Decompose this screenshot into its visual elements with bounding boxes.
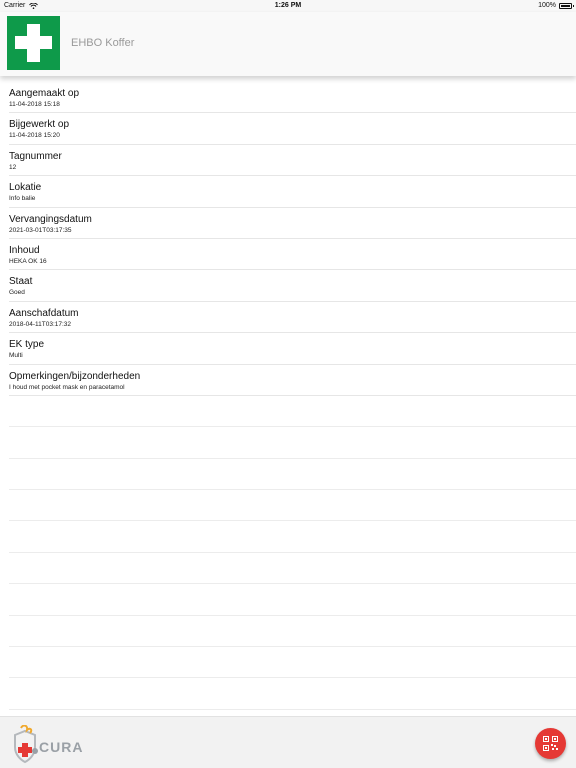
battery-icon — [559, 3, 574, 9]
detail-label: Lokatie — [9, 182, 42, 194]
empty-row — [9, 427, 576, 459]
detail-label: Staat — [9, 276, 33, 288]
detail-label: Aangemaakt op — [9, 88, 80, 99]
empty-row — [9, 459, 576, 491]
app-header: EHBO Koffer — [0, 12, 576, 76]
page-title: EHBO Koffer — [71, 37, 135, 49]
first-aid-cross-icon — [7, 16, 60, 70]
empty-row — [9, 396, 576, 428]
detail-row-tagnummer[interactable]: Tagnummer 12 — [9, 145, 576, 177]
empty-row — [9, 490, 576, 522]
detail-row-staat[interactable]: Staat Goed — [9, 270, 576, 302]
detail-label: Inhoud — [9, 244, 40, 256]
detail-row-lokatie[interactable]: Lokatie Info balie — [9, 176, 576, 208]
detail-label: Tagnummer — [9, 150, 62, 162]
detail-label: Opmerkingen/bijzonderheden — [9, 370, 141, 382]
empty-row — [9, 647, 576, 679]
detail-label: Bijgewerkt op — [9, 119, 70, 131]
detail-row-bijgewerkt-op[interactable]: Bijgewerkt op 11-04-2018 15:20 — [9, 113, 576, 145]
detail-value: HEKA OK 16 — [9, 257, 47, 265]
detail-value: Goed — [9, 289, 25, 297]
detail-row-ek-type[interactable]: EK type Multi — [9, 333, 576, 365]
scan-qr-button[interactable] — [535, 728, 566, 759]
detail-value: 11-04-2018 15:18 — [9, 101, 60, 108]
empty-row — [9, 616, 576, 648]
detail-value: 2021-03-01T03:17:35 — [9, 226, 72, 234]
empty-row — [9, 678, 576, 710]
empty-row — [9, 584, 576, 616]
detail-label: Vervangingsdatum — [9, 213, 92, 225]
detail-label: EK type — [9, 339, 45, 351]
detail-value: Info balie — [9, 195, 36, 203]
qr-code-icon — [543, 736, 558, 751]
battery-percentage: 100% — [538, 2, 556, 9]
empty-row — [9, 521, 576, 553]
detail-value: 11-04-2018 15:20 — [9, 132, 60, 140]
footer-bar: CURA — [0, 716, 576, 768]
detail-value: 2018-04-11T03:17:32 — [9, 320, 72, 328]
status-bar: Carrier 1:26 PM 100% — [0, 0, 576, 12]
detail-list: Aangemaakt op 11-04-2018 15:18 Bijgewerk… — [0, 82, 576, 710]
detail-label: Aanschafdatum — [9, 307, 79, 319]
detail-row-opmerkingen[interactable]: Opmerkingen/bijzonderheden I houd met po… — [9, 365, 576, 396]
detail-row-inhoud[interactable]: Inhoud HEKA OK 16 — [9, 239, 576, 271]
detail-row-aanschafdatum[interactable]: Aanschafdatum 2018-04-11T03:17:32 — [9, 302, 576, 334]
clock: 1:26 PM — [274, 2, 302, 9]
brand-name: CURA — [39, 739, 84, 755]
detail-value: 12 — [9, 163, 17, 171]
detail-row-vervangingsdatum[interactable]: Vervangingsdatum 2021-03-01T03:17:35 — [9, 208, 576, 239]
detail-value: Multi — [9, 352, 23, 360]
empty-row — [9, 553, 576, 585]
detail-row-aangemaakt-op[interactable]: Aangemaakt op 11-04-2018 15:18 — [9, 82, 576, 114]
detail-value: I houd met pocket mask en paracetamol — [9, 383, 125, 391]
